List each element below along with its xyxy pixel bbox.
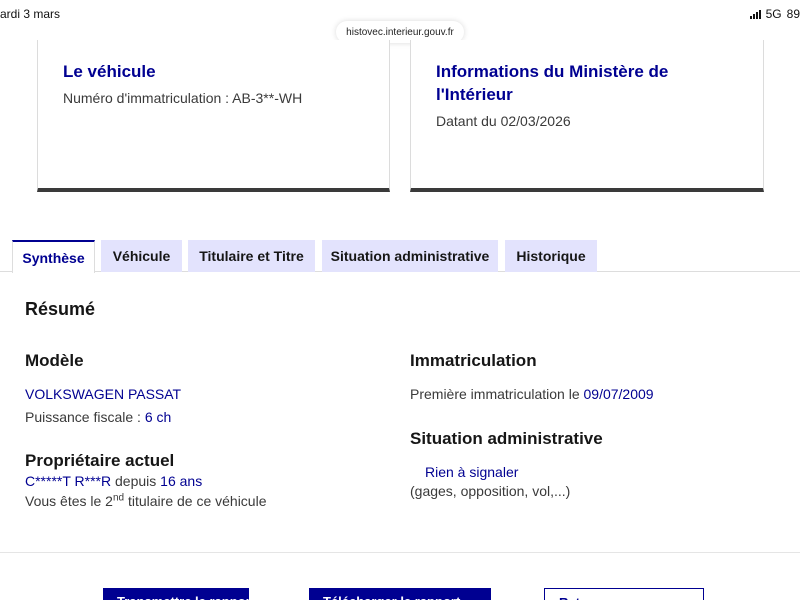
first-registration-date: 09/07/2009 [583,386,654,402]
owner-since-label: depuis [111,473,161,489]
tab-vehicule[interactable]: Véhicule [101,240,182,272]
tab-titulaire-titre[interactable]: Titulaire et Titre [188,240,315,272]
first-registration-label: Première immatriculation le [410,386,584,402]
ministry-card: Informations du Ministère de l'Intérieur… [410,40,764,192]
tab-synthese[interactable]: Synthèse [12,240,95,273]
owner-rank: Vous êtes le 2nd titulaire de ce véhicul… [25,493,267,509]
owner-rank-sup: nd [112,492,125,504]
address-url: histovec.interieur.gouv.fr [346,26,454,38]
cellular-signal-icon [749,9,761,19]
owner-since-value: 16 ans [160,473,203,489]
ministry-card-title: Informations du Ministère de l'Intérieur [436,62,669,104]
owner-rank-suffix: titulaire de ce véhicule [124,493,267,509]
plate-number-text: Numéro d'immatriculation : AB-3**-WH [63,90,303,106]
back-button[interactable]: Retour [544,588,704,600]
fiscal-power: Puissance fiscale : 6 ch [25,409,171,425]
admin-status-value: Rien à signaler [425,464,519,480]
share-report-button[interactable]: Transmettre le rapport [103,588,249,600]
network-type: 5G [765,7,782,21]
owner-rank-prefix: Vous êtes le 2 [25,493,113,509]
tab-situation-administrative[interactable]: Situation administrative [322,240,498,272]
ministry-date-text: Datant du 02/03/2026 [436,113,571,129]
admin-status-details: (gages, opposition, vol,...) [410,483,571,499]
fiscal-power-value: 6 ch [144,409,172,425]
owner-name: C*****T R***R [25,473,112,489]
status-indicators: 5G 89 [749,7,800,21]
registration-heading: Immatriculation [410,351,537,370]
model-heading: Modèle [25,351,84,370]
owner-line: C*****T R***R depuis 16 ans [25,473,202,489]
summary-heading: Résumé [25,299,96,319]
model-name: VOLKSWAGEN PASSAT [25,386,182,402]
vehicle-card: Le véhicule Numéro d'immatriculation : A… [37,40,390,192]
tab-historique[interactable]: Historique [505,240,597,272]
fiscal-power-label: Puissance fiscale : [25,409,145,425]
admin-status-heading: Situation administrative [410,429,603,448]
vehicle-card-title: Le véhicule [63,62,156,81]
first-registration: Première immatriculation le 09/07/2009 [410,386,654,402]
battery-level: 89 [786,7,800,21]
download-report-button[interactable]: Télécharger le rapport [309,588,491,600]
owner-heading: Propriétaire actuel [25,451,175,470]
status-time: ardi 3 mars [0,7,61,21]
content-divider [0,552,800,553]
